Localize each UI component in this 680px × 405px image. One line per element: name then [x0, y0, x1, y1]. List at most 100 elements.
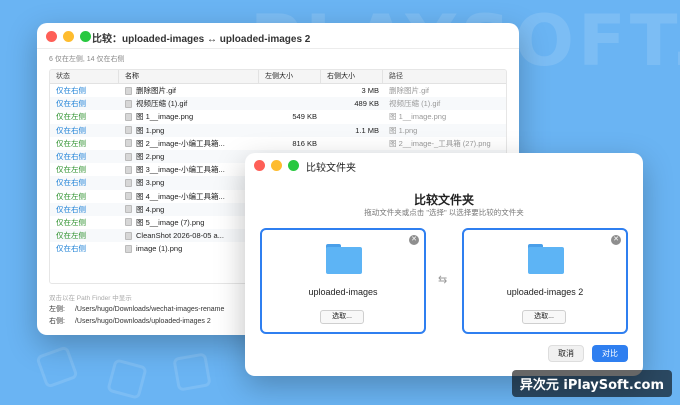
- right-path-value: /Users/hugo/Downloads/uploaded-images 2: [74, 318, 211, 325]
- choose-right-folder-button[interactable]: 选取...: [522, 310, 566, 324]
- name-cell: 图 3.png: [119, 177, 259, 188]
- table-row[interactable]: 仅在左侧 图 2__image-小编工具箱... 816 KB 图 2__image-…: [50, 137, 506, 150]
- status-cell: 仅在右侧: [56, 86, 86, 96]
- minimize-button[interactable]: [63, 31, 74, 42]
- left-path-value: /Users/hugo/Downloads/wechat-images-rena…: [74, 306, 225, 313]
- name-cell: CleanShot 2026-08-05 a...: [119, 231, 259, 240]
- right-size-cell: 489 KB: [354, 99, 379, 109]
- column-header-status[interactable]: 状态: [50, 70, 119, 83]
- file-name: 图 4.png: [136, 204, 165, 214]
- status-cell: 仅在左侧: [56, 112, 86, 122]
- table-row[interactable]: 仅在右侧 图 1.png 1.1 MB 图 1.png: [50, 123, 506, 137]
- file-icon: [125, 112, 132, 121]
- file-icon: [125, 99, 132, 108]
- site-watermark: 异次元 iPlaySoft.com: [511, 370, 672, 397]
- decorative-icon: [106, 358, 148, 400]
- left-path-label: 左侧:: [49, 306, 65, 313]
- compare-folders-dialog: 比较文件夹 比较文件夹 拖动文件夹或点击 "选择" 以选择要比较的文件夹 ✕ u…: [245, 153, 643, 376]
- status-cell: 仅在右侧: [56, 204, 86, 214]
- path-cell: 图 1.png: [389, 125, 418, 135]
- status-cell: 仅在左侧: [56, 217, 86, 227]
- file-icon: [125, 244, 132, 253]
- file-icon: [125, 192, 132, 201]
- table-row[interactable]: 仅在左侧 图 1__image.png 549 KB 图 1__image.png: [50, 110, 506, 123]
- column-header-name[interactable]: 名称: [119, 70, 259, 83]
- file-icon: [125, 178, 132, 187]
- file-icon: [125, 152, 132, 161]
- path-cell: 图 2__image-_工具箱 (27).png: [389, 138, 491, 148]
- clear-left-folder-icon[interactable]: ✕: [409, 235, 419, 245]
- file-icon: [125, 165, 132, 174]
- right-size-cell: 3 MB: [361, 86, 379, 96]
- zoom-button[interactable]: [288, 160, 299, 171]
- file-icon: [125, 139, 132, 148]
- status-cell: 仅在左侧: [56, 165, 86, 175]
- compare-button[interactable]: 对比: [592, 345, 628, 362]
- file-name: 图 4__image-小编工具箱...: [136, 191, 225, 201]
- file-icon: [125, 86, 132, 95]
- name-cell: 删除图片.gif: [119, 85, 259, 96]
- name-cell: 图 4.png: [119, 204, 259, 215]
- summary-text: 6 仅在左侧, 14 仅在右侧: [49, 56, 125, 63]
- left-folder-drop-zone[interactable]: ✕ uploaded-images 选取...: [260, 228, 426, 334]
- path-cell: 视频压缩 (1).gif: [389, 99, 441, 109]
- column-header-path[interactable]: 路径: [383, 70, 506, 83]
- file-name: 删除图片.gif: [136, 86, 177, 96]
- file-name: 图 2__image-小编工具箱...: [136, 138, 225, 148]
- name-cell: 图 1__image.png: [119, 111, 259, 122]
- minimize-button[interactable]: [271, 160, 282, 171]
- dialog-window-title: 比较文件夹: [306, 163, 356, 174]
- status-cell: 仅在左侧: [56, 231, 86, 241]
- table-header: 状态 名称 左侧大小 右侧大小 路径: [50, 70, 506, 84]
- right-size-cell: 1.1 MB: [355, 125, 379, 135]
- path-cell: 图 1__image.png: [389, 112, 447, 122]
- cancel-button[interactable]: 取消: [548, 345, 584, 362]
- window-controls: [46, 31, 91, 42]
- choose-left-folder-button[interactable]: 选取...: [320, 310, 364, 324]
- status-cell: 仅在右侧: [56, 178, 86, 188]
- left-size-cell: 816 KB: [292, 138, 317, 148]
- close-button[interactable]: [254, 160, 265, 171]
- file-name: 图 1__image.png: [136, 112, 194, 122]
- status-cell: 仅在右侧: [56, 125, 86, 135]
- name-cell: 图 4__image-小编工具箱...: [119, 191, 259, 202]
- file-icon: [125, 218, 132, 227]
- file-name: 图 1.png: [136, 125, 165, 135]
- right-path-label: 右侧:: [49, 318, 65, 325]
- right-path-line: 右侧: /Users/hugo/Downloads/uploaded-images…: [49, 316, 211, 326]
- name-cell: image (1).png: [119, 244, 259, 253]
- file-icon: [125, 205, 132, 214]
- status-cell: 仅在左侧: [56, 138, 86, 148]
- table-row[interactable]: 仅在右侧 视频压缩 (1).gif 489 KB 视频压缩 (1).gif: [50, 97, 506, 111]
- status-cell: 仅在右侧: [56, 152, 86, 162]
- left-folder-name: uploaded-images: [308, 287, 378, 297]
- name-cell: 图 2.png: [119, 151, 259, 162]
- status-cell: 仅在右侧: [56, 99, 86, 109]
- right-folder-drop-zone[interactable]: ✕ uploaded-images 2 选取...: [462, 228, 628, 334]
- table-row[interactable]: 仅在右侧 删除图片.gif 3 MB 删除图片.gif: [50, 84, 506, 97]
- name-cell: 视频压缩 (1).gif: [119, 98, 259, 109]
- name-cell: 图 1.png: [119, 125, 259, 136]
- path-cell: 删除图片.gif: [389, 86, 430, 96]
- status-cell: 仅在右侧: [56, 244, 86, 254]
- close-button[interactable]: [46, 31, 57, 42]
- dialog-subheading: 拖动文件夹或点击 "选择" 以选择要比较的文件夹: [364, 208, 524, 217]
- swap-arrows-icon[interactable]: ⇆: [438, 273, 447, 286]
- left-size-cell: 549 KB: [292, 112, 317, 122]
- file-name: 图 3__image-小编工具箱...: [136, 165, 225, 175]
- decorative-icon: [172, 352, 212, 392]
- left-path-line: 左侧: /Users/hugo/Downloads/wechat-images-r…: [49, 304, 224, 314]
- name-cell: 图 3__image-小编工具箱...: [119, 164, 259, 175]
- title-bar: 比较：uploaded-images ↔ uploaded-images 2: [37, 23, 519, 49]
- zoom-button[interactable]: [80, 31, 91, 42]
- clear-right-folder-icon[interactable]: ✕: [611, 235, 621, 245]
- file-name: 图 2.png: [136, 152, 165, 162]
- folder-icon: [326, 244, 362, 274]
- file-name: 图 3.png: [136, 178, 165, 188]
- hint-text: 双击以在 Path Finder 中显示: [49, 295, 132, 302]
- file-name: image (1).png: [136, 244, 183, 254]
- name-cell: 图 2__image-小编工具箱...: [119, 138, 259, 149]
- column-header-left-size[interactable]: 左侧大小: [259, 70, 321, 83]
- file-name: 图 5__image (7).png: [136, 217, 205, 227]
- column-header-right-size[interactable]: 右侧大小: [321, 70, 383, 83]
